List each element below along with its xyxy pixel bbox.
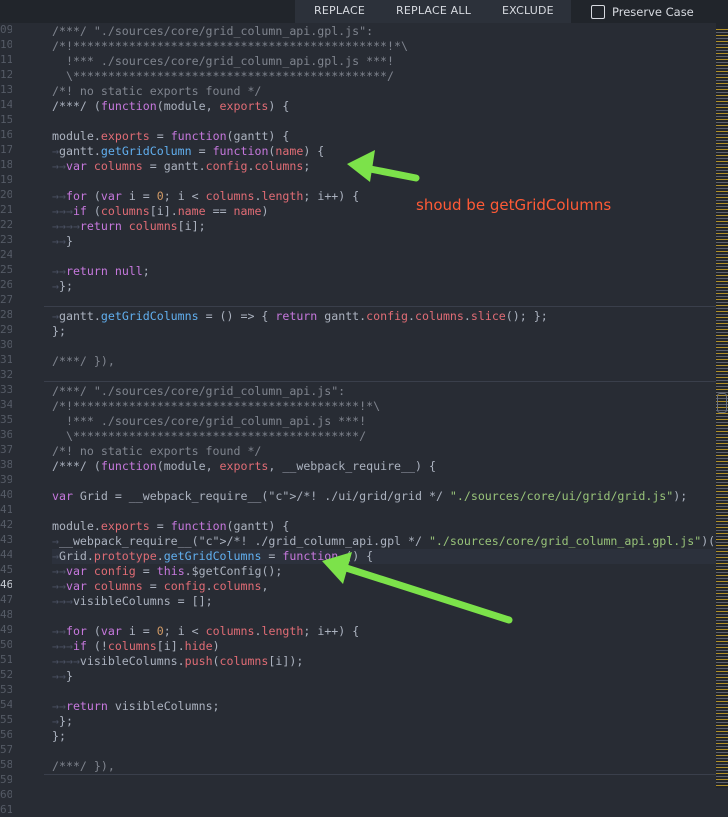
line-number: 61 (0, 803, 12, 816)
line-number: 60 (0, 788, 12, 801)
arrow-icon (322, 552, 513, 624)
arrow-icon (347, 150, 420, 182)
annotation-arrows (322, 150, 513, 624)
